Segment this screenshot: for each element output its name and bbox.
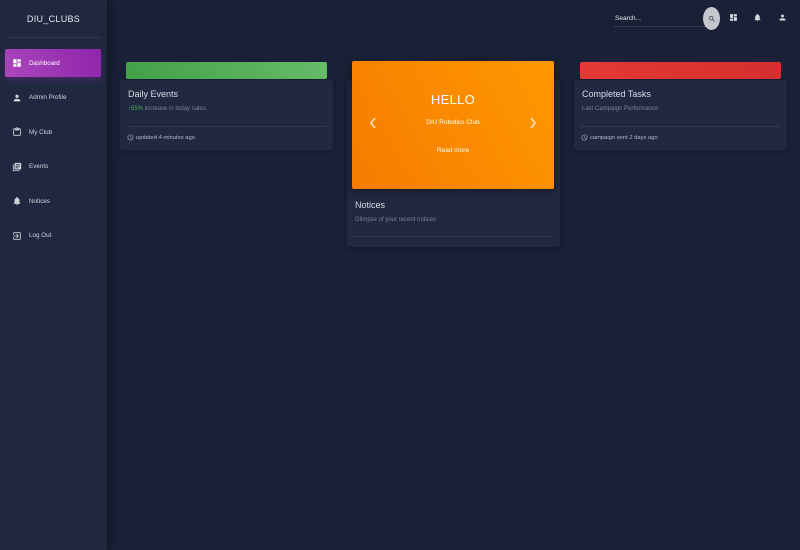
read-more-link[interactable]: Read more (352, 147, 554, 154)
bell-icon (12, 196, 22, 206)
completed-tasks-chart-header (580, 62, 781, 79)
clock-icon (127, 134, 134, 141)
brand-logo[interactable]: DIU_CLUBS (6, 0, 101, 38)
sidebar-item-label: Notices (29, 197, 50, 205)
sidebar-item-label: Admin Profile (29, 94, 67, 101)
chevron-right-icon (530, 117, 537, 129)
footer-text: campaign sent 2 days ago (590, 134, 658, 141)
card-title: Daily Events (128, 89, 179, 99)
sidebar-item-log-out[interactable]: Log Out (5, 222, 101, 250)
daily-events-chart-header (126, 62, 327, 79)
sidebar-item-label: Log Out (29, 232, 52, 239)
search-button[interactable] (703, 7, 720, 30)
card-title: Completed Tasks (582, 89, 651, 99)
person-icon (12, 93, 22, 103)
card-footer: updated 4 minutes ago (127, 134, 195, 141)
card-category: Last Campaign Performance (582, 106, 659, 112)
sidebar-item-dashboard[interactable]: Dashboard (5, 49, 101, 77)
clock-icon (581, 134, 588, 141)
sidebar: DIU_CLUBS Dashboard Admin Profile My Clu… (0, 0, 107, 550)
carousel-subtitle: DIU Robotics Club (426, 119, 480, 126)
card-category: Glimpse of your recent notices (355, 217, 437, 223)
clipboard-icon (12, 127, 22, 137)
daily-events-card: Daily Events ↑55% increase in today sale… (120, 80, 333, 150)
dashboard-icon[interactable] (729, 13, 738, 22)
card-title: Notices (355, 200, 386, 210)
carousel-next-button[interactable] (528, 116, 538, 130)
sidebar-item-events[interactable]: Events (5, 153, 101, 181)
sidebar-item-admin-profile[interactable]: Admin Profile (5, 84, 101, 112)
sidebar-item-notices[interactable]: Notices (5, 187, 101, 215)
library-books-icon (12, 162, 22, 172)
sidebar-item-label: Dashboard (29, 59, 60, 67)
completed-tasks-card: Completed Tasks Last Campaign Performanc… (574, 80, 787, 150)
category-text: increase in today sales. (143, 106, 208, 112)
notices-carousel: HELLO DIU Robotics Club Read more (352, 61, 554, 189)
card-divider (127, 126, 326, 127)
sidebar-nav: Dashboard Admin Profile My Club Events N… (0, 49, 107, 250)
increase-percent: 55% (131, 106, 144, 112)
bell-icon[interactable] (753, 13, 762, 22)
person-icon[interactable] (778, 13, 787, 22)
dashboard-icon (12, 58, 22, 68)
search-icon (708, 15, 715, 22)
logout-icon (12, 231, 22, 241)
card-divider (354, 236, 553, 237)
card-divider (581, 126, 780, 127)
search-input[interactable] (614, 10, 706, 27)
carousel-title: HELLO (430, 92, 476, 107)
sidebar-item-label: Events (29, 163, 49, 170)
card-category: ↑55% increase in today sales. (128, 106, 207, 112)
card-footer: campaign sent 2 days ago (581, 134, 658, 141)
sidebar-item-my-club[interactable]: My Club (5, 118, 101, 146)
top-navbar (107, 0, 800, 38)
footer-text: updated 4 minutes ago (136, 134, 195, 141)
sidebar-item-label: My Club (29, 128, 53, 136)
